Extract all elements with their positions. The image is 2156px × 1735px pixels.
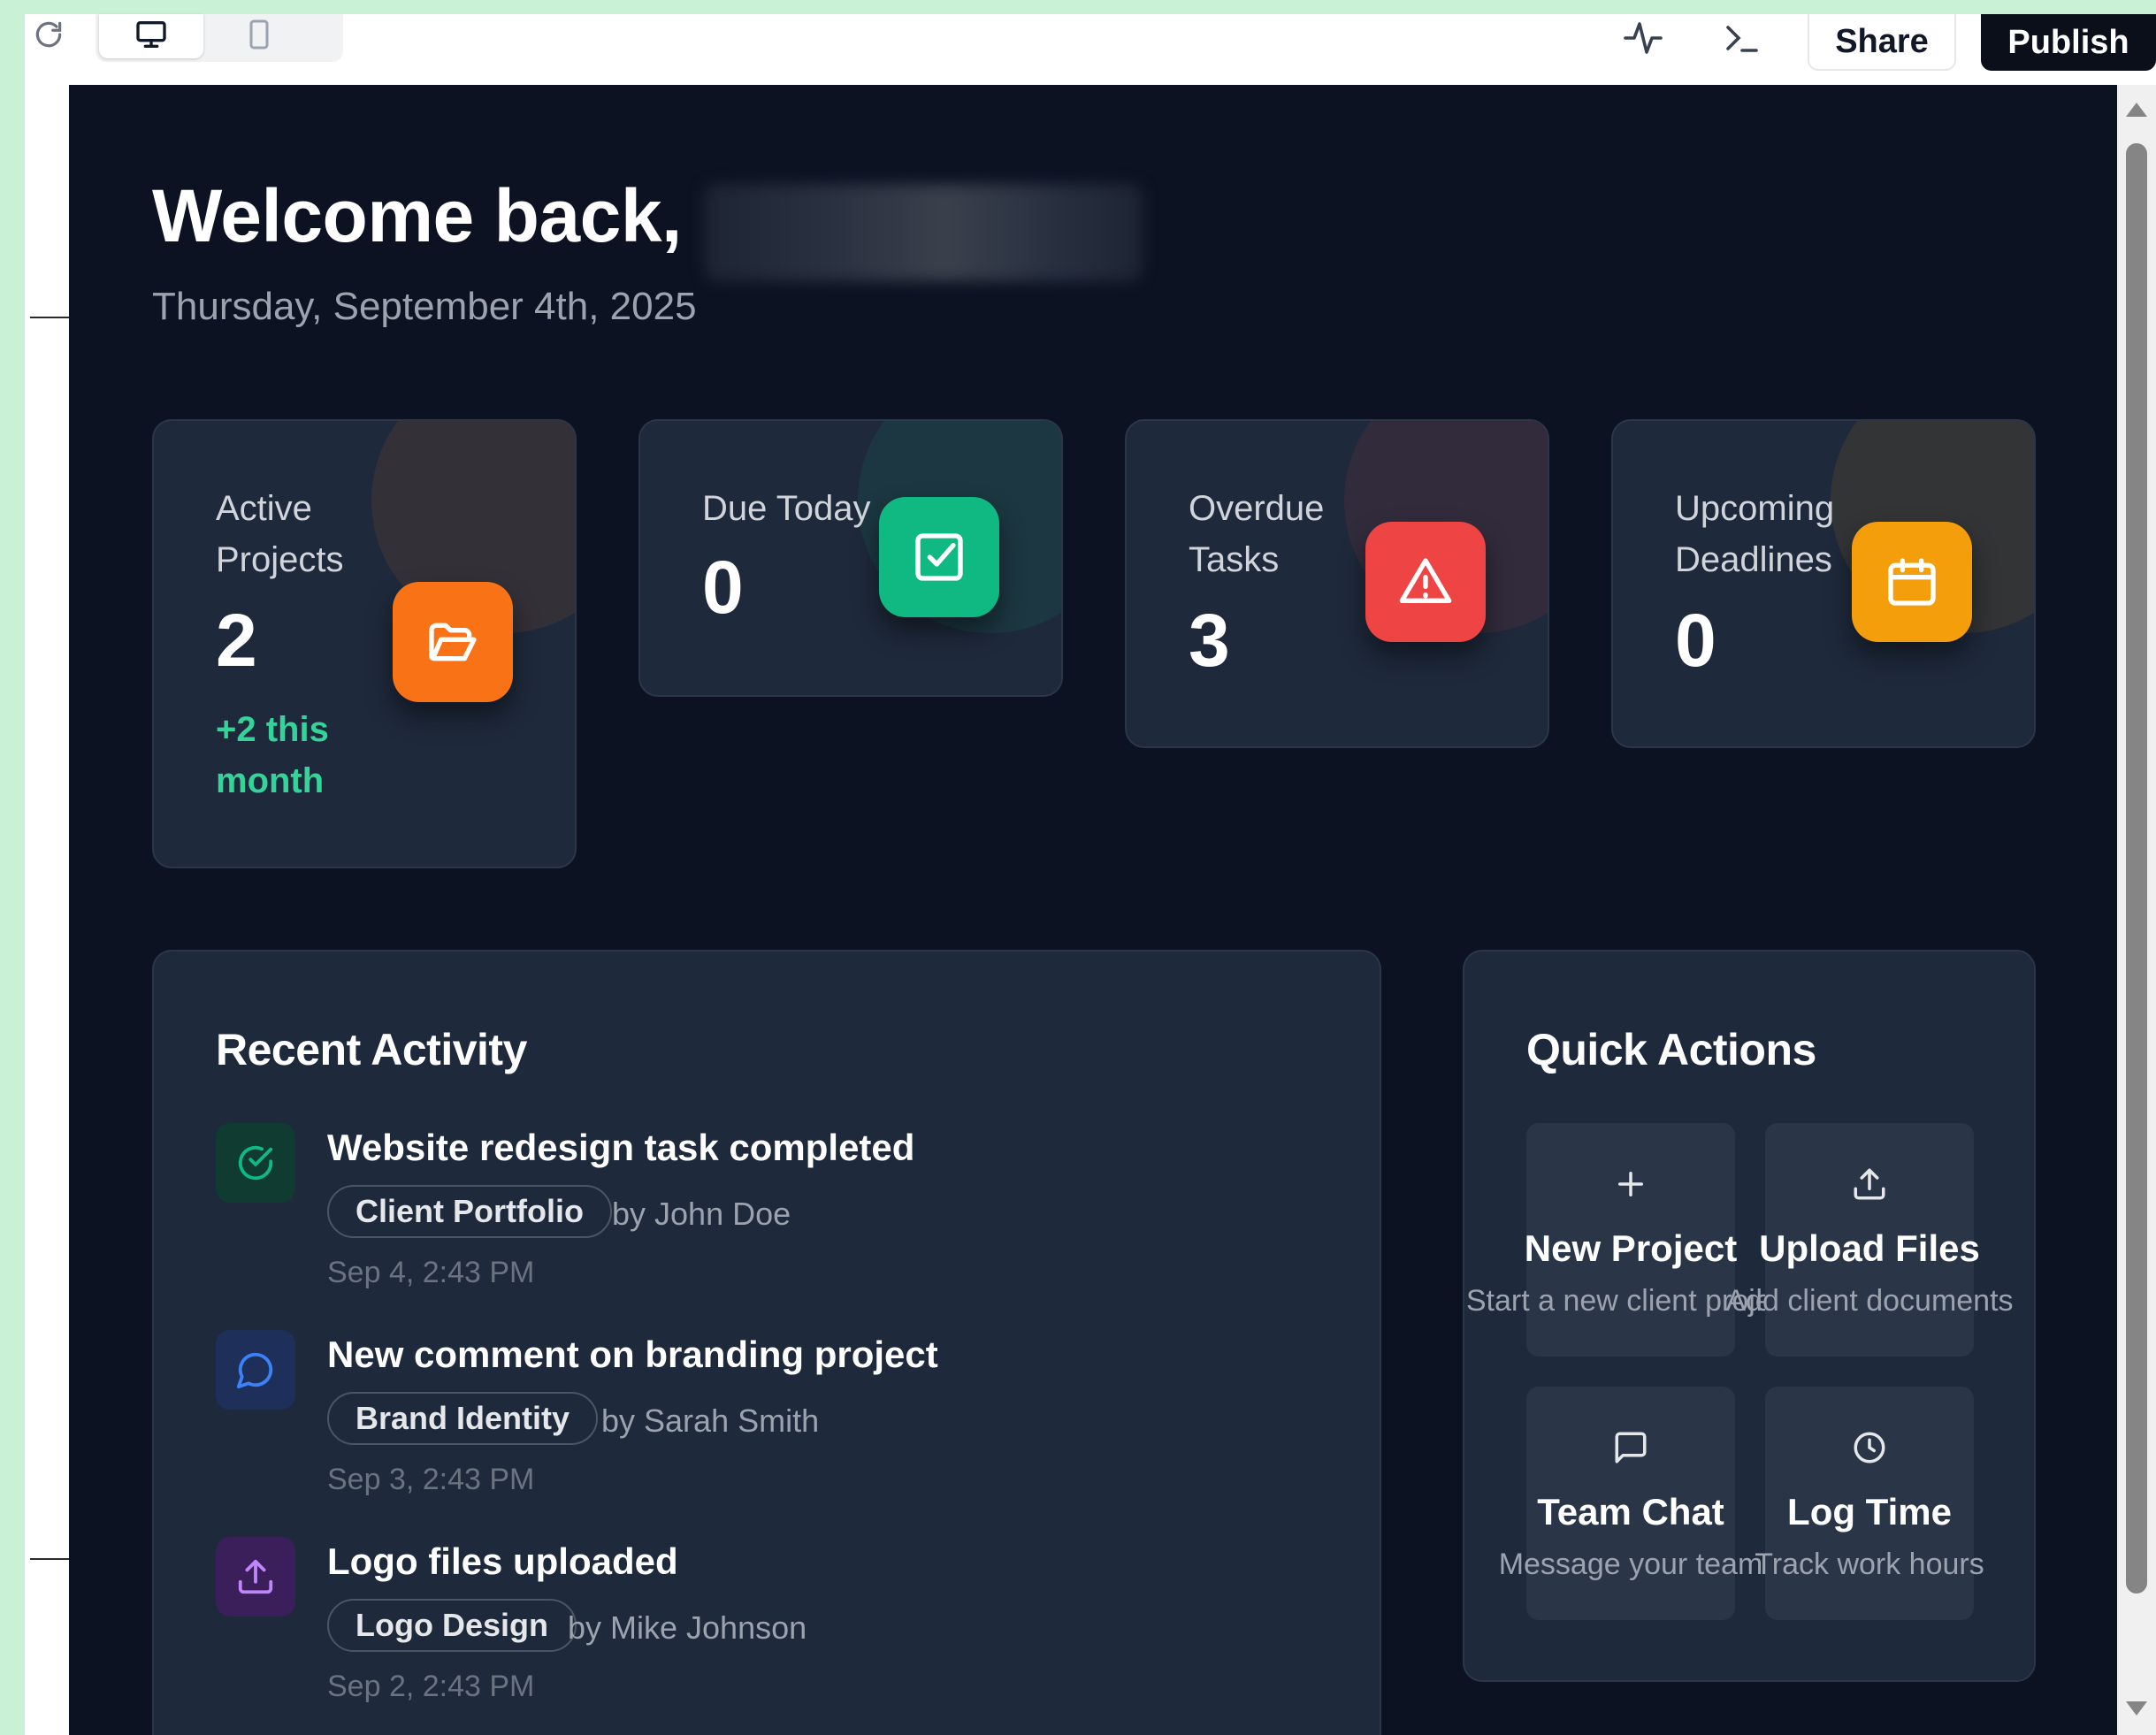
share-button[interactable]: Share (1808, 14, 1956, 71)
stat-label: Overdue Tasks (1189, 489, 1325, 579)
device-toggle (96, 14, 343, 62)
scroll-up-arrow[interactable] (2126, 103, 2147, 117)
editor-side-strip (25, 14, 69, 1735)
strip-divider (30, 1558, 69, 1560)
clock-icon (1765, 1429, 1974, 1473)
mobile-icon (243, 19, 275, 55)
activity-time: Sep 3, 2:43 PM (327, 1463, 535, 1496)
upload-icon (216, 1537, 295, 1617)
activity-title: New comment on branding project (327, 1334, 938, 1375)
panel-title: Recent Activity (216, 1025, 527, 1074)
activity-item[interactable]: New comment on branding project Brand Id… (216, 1330, 1277, 1525)
stat-card-active-projects[interactable]: Active Projects 2 +2 this month (152, 419, 577, 868)
editor-toolbar: Share Publish (25, 14, 2156, 85)
current-date: Thursday, September 4th, 2025 (152, 285, 697, 328)
user-name-redacted (704, 184, 1143, 281)
recent-activity-panel: Recent Activity Website redesign task co… (152, 950, 1381, 1735)
publish-button[interactable]: Publish (1981, 14, 2156, 71)
message-square-icon (1526, 1429, 1735, 1473)
project-tag[interactable]: Brand Identity (327, 1392, 599, 1445)
action-label: New Project (1524, 1227, 1738, 1269)
stat-value: 0 (702, 546, 744, 629)
project-tag[interactable]: Client Portfolio (327, 1185, 612, 1238)
activity-time: Sep 2, 2:43 PM (327, 1670, 535, 1703)
stat-label: Upcoming Deadlines (1675, 489, 1835, 579)
activity-icon[interactable] (1618, 16, 1668, 60)
activity-item[interactable]: Logo files uploaded Logo Design by Mike … (216, 1537, 1277, 1731)
activity-author: by Mike Johnson (568, 1609, 807, 1646)
stat-value: 0 (1675, 599, 1716, 682)
desktop-view-button[interactable] (99, 14, 203, 58)
stat-value: 2 (216, 599, 257, 682)
mobile-view-button[interactable] (207, 14, 311, 58)
upload-icon (1765, 1166, 1974, 1210)
panel-title: Quick Actions (1526, 1025, 1816, 1074)
stat-change: +2 this month (216, 710, 329, 800)
alert-triangle-icon (1365, 522, 1486, 642)
activity-title: Website redesign task completed (327, 1127, 915, 1168)
log-time-button[interactable]: Log Time Track work hours (1755, 1387, 1984, 1620)
scroll-down-arrow[interactable] (2126, 1701, 2147, 1716)
action-description: Add client documents (1725, 1284, 2014, 1318)
project-tag[interactable]: Logo Design (327, 1599, 577, 1652)
team-chat-button[interactable]: Team Chat Message your team (1499, 1387, 1762, 1620)
scroll-thumb[interactable] (2126, 143, 2147, 1594)
stat-card-overdue-tasks[interactable]: Overdue Tasks 3 (1125, 419, 1549, 748)
calendar-icon (1852, 522, 1972, 642)
editor-frame-side (0, 0, 25, 1735)
strip-divider (30, 317, 69, 318)
action-label: Team Chat (1537, 1491, 1724, 1532)
action-label: Upload Files (1759, 1227, 1980, 1269)
stat-label: Active Projects (216, 489, 344, 579)
stat-label: Due Today (702, 489, 871, 528)
upload-files-button[interactable]: Upload Files Add client documents (1725, 1123, 2014, 1357)
activity-item[interactable]: Website redesign task completed Client P… (216, 1123, 1277, 1318)
welcome-heading: Welcome back, (152, 174, 682, 257)
dashboard: Welcome back, Thursday, September 4th, 2… (69, 85, 2117, 1735)
desktop-icon (134, 17, 169, 57)
check-square-icon (879, 497, 999, 617)
activity-author: by Sarah Smith (601, 1403, 820, 1439)
plus-icon (1526, 1166, 1735, 1210)
scrollbar[interactable] (2117, 85, 2156, 1735)
new-project-button[interactable]: New Project Start a new client project (1466, 1123, 1795, 1357)
folder-open-icon (393, 582, 513, 702)
activity-author: by John Doe (612, 1196, 791, 1232)
quick-actions-panel: Quick Actions New Project Start a new cl… (1463, 950, 2036, 1682)
action-description: Track work hours (1755, 1548, 1984, 1581)
action-label: Log Time (1787, 1491, 1952, 1532)
refresh-icon[interactable] (32, 18, 65, 51)
message-circle-icon (216, 1330, 295, 1410)
terminal-icon[interactable] (1717, 16, 1767, 60)
stat-card-due-today[interactable]: Due Today 0 (638, 419, 1063, 697)
activity-title: Logo files uploaded (327, 1540, 678, 1582)
editor-frame-top (0, 0, 2156, 14)
stat-card-upcoming-deadlines[interactable]: Upcoming Deadlines 0 (1611, 419, 2036, 748)
check-circle-icon (216, 1123, 295, 1203)
activity-time: Sep 4, 2:43 PM (327, 1256, 535, 1289)
stat-value: 3 (1189, 599, 1230, 682)
